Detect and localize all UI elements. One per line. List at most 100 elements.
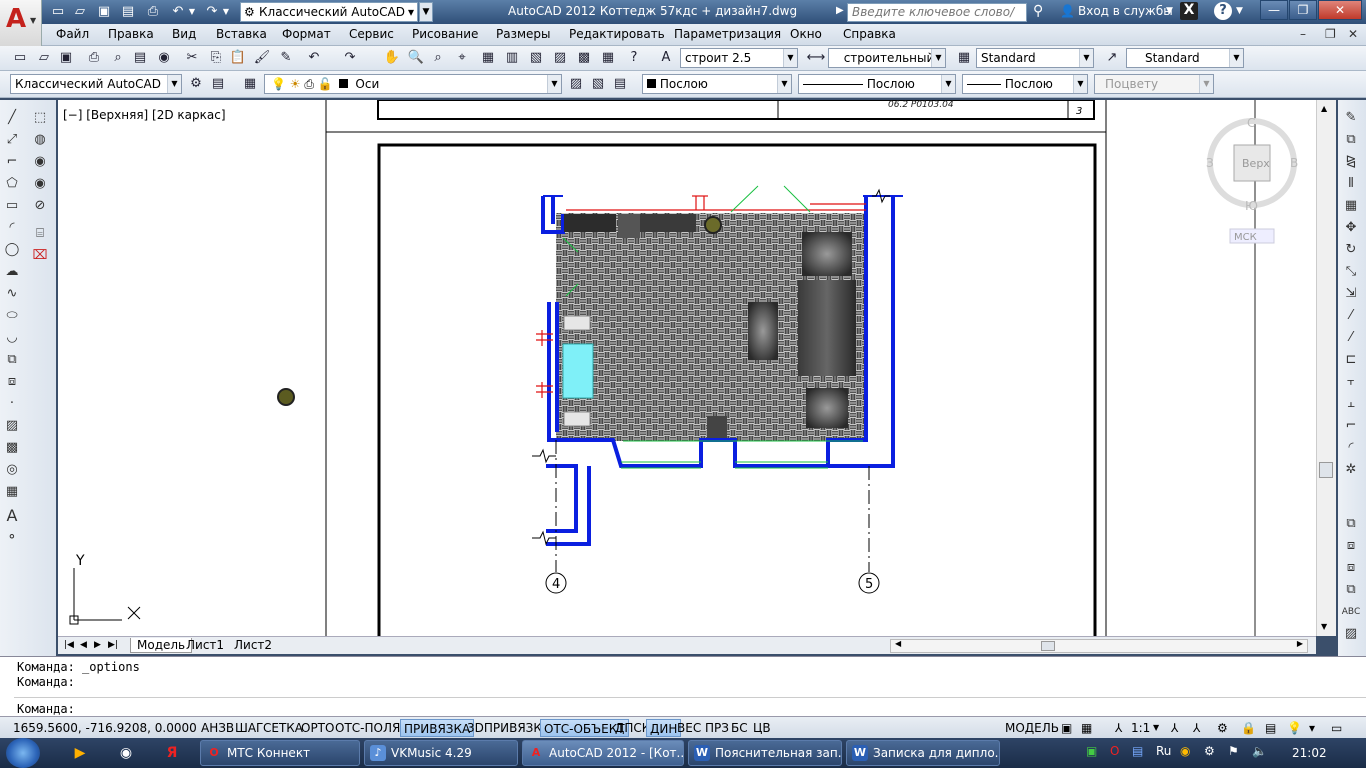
status-toggle[interactable]: ЦВ (750, 719, 774, 737)
pan-icon[interactable]: ✋ (382, 48, 402, 68)
workspace-switch-icon[interactable]: ⚙ (1214, 719, 1231, 737)
menu-parametric[interactable]: Параметризация (674, 27, 781, 41)
cut-icon[interactable]: ✂ (182, 48, 202, 68)
task-autocad[interactable]: A AutoCAD 2012 - [Кот... (522, 740, 684, 766)
point-icon[interactable]: · (2, 394, 22, 414)
horizontal-scrollbar[interactable]: ◀ ▶ (890, 639, 1308, 653)
move-icon[interactable]: ✥ (1341, 218, 1361, 238)
dim-style-icon[interactable]: ⟷ (806, 48, 826, 68)
workspace-select[interactable]: ⚙ Классический AutoCAD ▾ (240, 2, 418, 22)
menu-format[interactable]: Формат (282, 27, 331, 41)
menu-window[interactable]: Окно (790, 27, 822, 41)
yandex-icon[interactable]: Я (154, 742, 190, 764)
cylinder-icon[interactable]: ⌸ (30, 224, 50, 244)
zoom-realtime-icon[interactable]: 🔍 (406, 48, 426, 68)
scroll-up-icon[interactable]: ▲ (1321, 104, 1327, 113)
command-input[interactable]: Команда: (17, 702, 75, 716)
quickcalc-icon[interactable]: ▦ (598, 48, 618, 68)
drawing-canvas[interactable]: 06.2 Р0103.04 3 4 5 Y Верх С З В Ю МСК (58, 100, 1336, 636)
login-button[interactable]: Вход в службы (1078, 4, 1173, 18)
revcloud-icon[interactable]: ☁ (2, 262, 22, 282)
scroll-right-icon[interactable]: ▶ (1297, 639, 1303, 648)
explode-icon[interactable]: ✲ (1341, 460, 1361, 480)
task-mts[interactable]: O МТС Коннект (200, 740, 360, 766)
layer-properties-icon[interactable]: ▦ (240, 74, 260, 94)
layer-select[interactable]: 💡 ☀ ⎙ 🔓 Оси ▼ (264, 74, 562, 94)
task-word-1[interactable]: W Пояснительная зап... (688, 740, 842, 766)
doc-close-icon[interactable]: ✕ (1348, 27, 1358, 41)
workspace-toolbar-select[interactable]: Классический AutoCAD ▼ (10, 74, 182, 94)
globe-remove-icon[interactable]: ◉ (30, 174, 50, 194)
layer-previous-icon[interactable]: ▧ (588, 74, 608, 94)
hscroll-thumb[interactable] (1041, 641, 1055, 651)
extend-icon[interactable]: ⁄ (1341, 328, 1361, 348)
table-style-icon[interactable]: ▦ (954, 48, 974, 68)
erase-icon[interactable]: ✎ (1341, 108, 1361, 128)
design-center-icon[interactable]: ▥ (502, 48, 522, 68)
print-icon[interactable]: ⎙ (143, 3, 163, 21)
start-button[interactable] (6, 738, 40, 768)
3d-dwf-icon[interactable]: ◉ (154, 48, 174, 68)
menu-insert[interactable]: Вставка (216, 27, 267, 41)
help-icon[interactable]: ? (1214, 2, 1232, 20)
open-file-icon[interactable]: ▱ (70, 3, 90, 21)
annotation-scale-icon[interactable]: ⅄ (1112, 719, 1125, 737)
menu-help[interactable]: Справка (843, 27, 896, 41)
spline-icon[interactable]: ∿ (2, 284, 22, 304)
zoom-previous-icon[interactable]: ⌖ (452, 48, 472, 68)
help-dropdown-icon[interactable]: ▼ (1236, 6, 1243, 16)
menu-dimension[interactable]: Размеры (496, 27, 551, 41)
lineweight-select[interactable]: Послою ▼ (962, 74, 1088, 94)
coordinates[interactable]: 1659.5600, -716.9208, 0.0000 (10, 719, 200, 737)
exchange-icon[interactable]: X (1180, 2, 1198, 20)
circle-icon[interactable]: ◯ (2, 240, 22, 260)
table-style-select[interactable]: Standard ▼ (976, 48, 1094, 68)
quick-view-layouts-icon[interactable]: ▣ (1058, 719, 1075, 737)
array-icon[interactable]: ▦ (1341, 196, 1361, 216)
expand-search-icon[interactable]: ▶ (836, 5, 844, 16)
table-icon[interactable]: ▦ (2, 482, 22, 502)
make-current-layer-icon[interactable]: ▨ (566, 74, 586, 94)
save-icon[interactable]: ▣ (94, 3, 114, 21)
mtext-icon[interactable]: A (2, 506, 22, 526)
undo-icon[interactable]: ↶ (304, 48, 324, 68)
viewcube-west[interactable]: З (1206, 156, 1214, 170)
login-dropdown-icon[interactable]: ▼ (1166, 6, 1173, 16)
rotate-icon[interactable]: ↻ (1341, 240, 1361, 260)
tab-sheet2[interactable]: Лист2 (234, 638, 272, 652)
send-back-icon[interactable]: ⧈ (1341, 558, 1361, 578)
properties-icon[interactable]: ▦ (478, 48, 498, 68)
offset-icon[interactable]: ⫴ (1341, 174, 1361, 194)
model-space-toggle[interactable]: МОДЕЛЬ (1002, 719, 1062, 737)
saveas-icon[interactable]: ▤ (118, 3, 138, 21)
bring-above-icon[interactable]: ⧉ (1341, 580, 1361, 600)
line-icon[interactable]: ╱ (2, 108, 22, 128)
workspace-settings-icon[interactable]: ⚙ (186, 74, 206, 94)
break-at-point-icon[interactable]: ⊏ (1341, 350, 1361, 370)
bring-front-icon[interactable]: ⧈ (1341, 536, 1361, 556)
mirror-icon[interactable]: ⧎ (1341, 152, 1361, 172)
tab-prev-icon[interactable]: ◀ (80, 640, 87, 650)
markup-icon[interactable]: ▩ (574, 48, 594, 68)
redo-icon[interactable]: ↷ (202, 3, 222, 21)
tray-flag-icon[interactable]: ⚑ (1228, 744, 1239, 758)
tab-first-icon[interactable]: |◀ (64, 640, 74, 650)
delete-view-icon[interactable]: ⌧ (30, 246, 50, 266)
draw-order-icon[interactable]: ⧉ (1341, 514, 1361, 534)
ellipse-arc-icon[interactable]: ◡ (2, 328, 22, 348)
undo-icon[interactable]: ↶ (168, 3, 188, 21)
status-toggle[interactable]: ОТС-ПОЛЯР (332, 719, 411, 737)
volume-icon[interactable]: 🔈 (1252, 744, 1267, 758)
add-selected-icon[interactable]: ⚬ (2, 528, 22, 548)
hatch-back-icon[interactable]: ▨ (1341, 624, 1361, 644)
tray-network-icon[interactable]: ▤ (1132, 744, 1143, 758)
menu-tools[interactable]: Сервис (349, 27, 394, 41)
dim-style-select[interactable]: строительный ▼ (828, 48, 946, 68)
make-block-icon[interactable]: ⧈ (2, 372, 22, 392)
zoom-window-icon[interactable]: ⌕ (428, 48, 448, 68)
redo-dropdown-icon[interactable]: ▼ (220, 3, 232, 21)
media-player-icon[interactable]: ▶ (62, 742, 98, 764)
minimize-button[interactable]: — (1260, 0, 1288, 20)
redo-icon[interactable]: ↷ (340, 48, 360, 68)
task-vkmusic[interactable]: ♪ VKMusic 4.29 (364, 740, 518, 766)
